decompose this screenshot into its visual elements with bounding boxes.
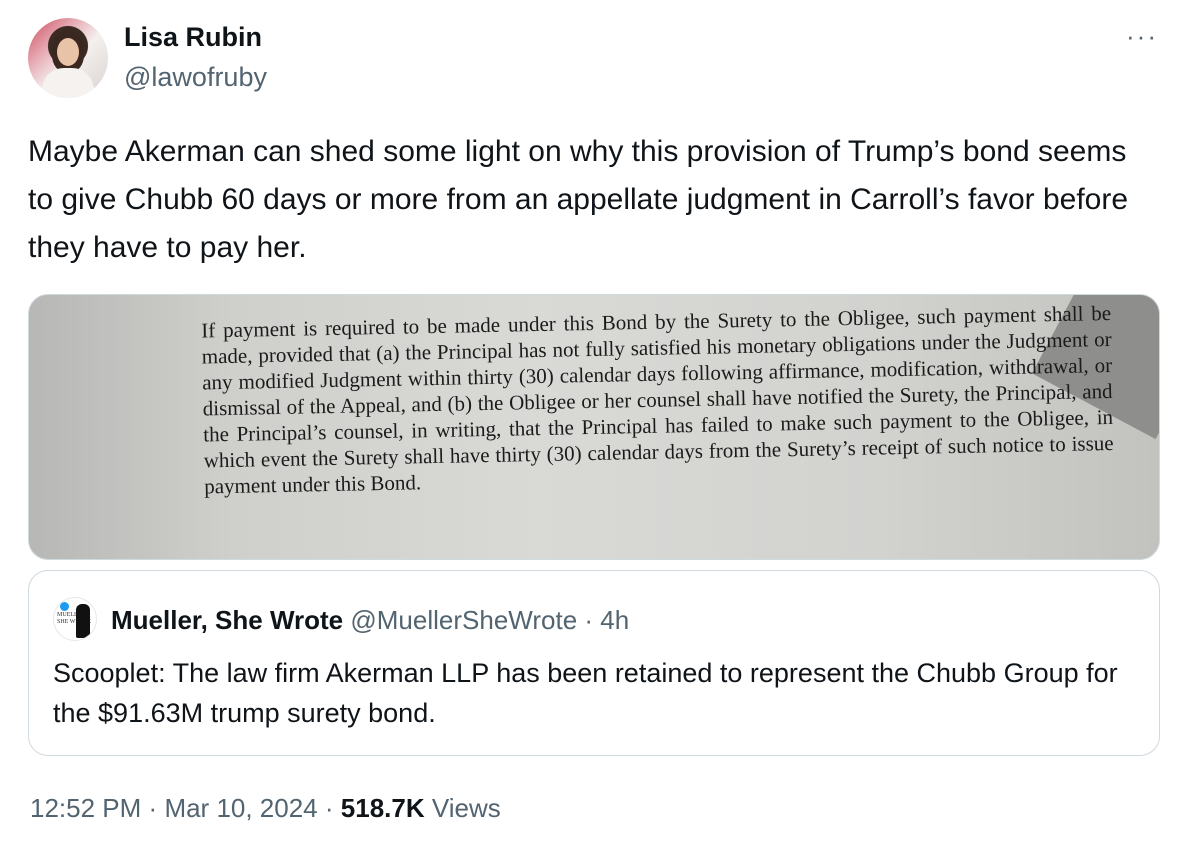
quoted-time[interactable]: 4h (600, 605, 629, 635)
tweet-text: Maybe Akerman can shed some light on why… (28, 135, 1129, 264)
avatar-shirt (42, 68, 94, 98)
quoted-tweet[interactable]: MUELLER SHE WROTE Mueller, She Wrote @Mu… (28, 570, 1160, 756)
quoted-text: Scooplet: The law firm Akerman LLP has b… (53, 658, 1118, 728)
verified-badge-icon (60, 602, 69, 611)
document-excerpt: If payment is required to be made under … (121, 300, 1114, 501)
quoted-avatar[interactable]: MUELLER SHE WROTE (53, 597, 97, 641)
quoted-handle[interactable]: @MuellerSheWrote (350, 605, 577, 635)
tweet-time[interactable]: 12:52 PM (30, 793, 141, 823)
tweet-meta: 12:52 PM · Mar 10, 2024 · 518.7K Views (30, 793, 501, 824)
author-name[interactable]: Lisa Rubin (124, 22, 262, 53)
avatar-face (57, 38, 79, 66)
quoted-separator: · (584, 605, 594, 635)
views-count: 518.7K (340, 793, 425, 823)
meta-separator: · (148, 793, 158, 823)
meta-separator: · (324, 793, 334, 823)
silhouette-icon (76, 604, 90, 638)
tweet-image[interactable]: If payment is required to be made under … (28, 294, 1160, 560)
author-handle[interactable]: @lawofruby (124, 62, 267, 93)
more-options-icon[interactable]: ··· (1126, 23, 1158, 49)
author-avatar[interactable] (28, 18, 108, 98)
document-paragraph: If payment is required to be made under … (201, 300, 1114, 499)
tweet-date[interactable]: Mar 10, 2024 (164, 793, 317, 823)
quoted-header: Mueller, She Wrote @MuellerSheWrote · 4h (111, 605, 629, 636)
quoted-name[interactable]: Mueller, She Wrote (111, 605, 343, 635)
views-label: Views (431, 793, 501, 823)
